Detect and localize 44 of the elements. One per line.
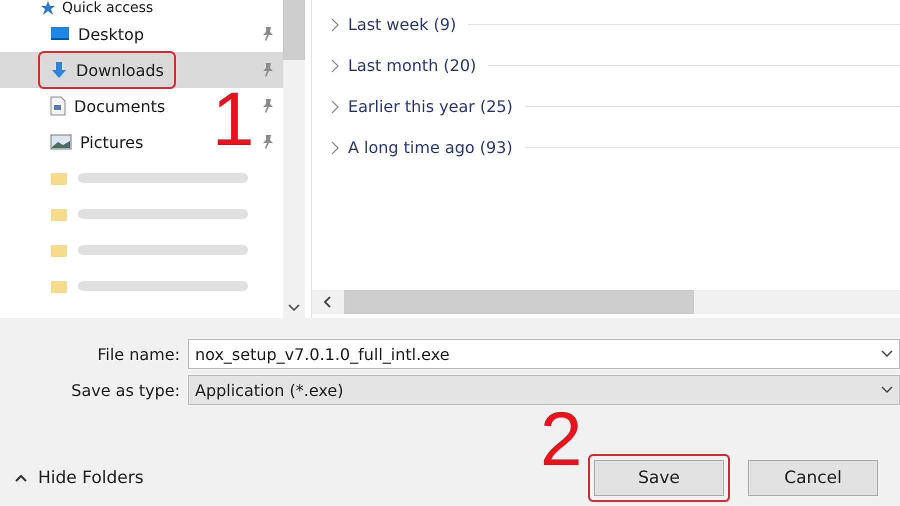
step-number: 2 (540, 402, 582, 478)
chevron-left-icon[interactable] (322, 296, 332, 308)
save-type-dropdown[interactable]: Application (*.exe) (188, 375, 900, 405)
pin-icon[interactable] (261, 98, 275, 114)
document-icon (50, 96, 66, 116)
step-number: 1 (212, 82, 254, 158)
folder-icon (50, 170, 68, 186)
sidebar-item[interactable]: Downloads (38, 51, 176, 89)
dialog-button[interactable]: Cancel (748, 460, 878, 496)
folder-icon (50, 206, 68, 222)
pin-icon[interactable] (261, 26, 275, 42)
chevron-down-icon (881, 350, 893, 358)
save-type-label: Save as type: (70, 380, 181, 400)
file-name-field[interactable]: nox_setup_v7.0.1.0_full_intl.exe (188, 339, 900, 369)
file-name-label: File name: (96, 344, 181, 364)
pin-icon[interactable] (261, 134, 275, 150)
group-header[interactable]: A long time ago (93) (312, 127, 900, 168)
star-icon (40, 0, 56, 16)
folder-icon (50, 278, 68, 294)
chevron-down-icon[interactable] (288, 304, 300, 312)
picture-icon (50, 134, 72, 150)
chevron-right-icon (330, 100, 340, 114)
chevron-down-icon (881, 386, 893, 394)
group-header[interactable]: Earlier this year (25) (312, 86, 900, 127)
chevron-right-icon (330, 58, 340, 72)
monitor-icon (50, 26, 70, 42)
group-header[interactable]: Last week (9) (312, 4, 900, 45)
horizontal-scrollbar[interactable] (312, 290, 900, 314)
chevron-right-icon (330, 140, 340, 154)
chevron-right-icon (330, 18, 340, 32)
download-icon (50, 61, 68, 79)
quick-access-header[interactable]: Quick access (0, 0, 283, 16)
pin-icon[interactable] (261, 62, 275, 78)
chevron-up-icon (14, 473, 28, 483)
sidebar-item[interactable]: Documents (38, 87, 178, 125)
scrollbar-thumb[interactable] (283, 0, 305, 60)
dialog-button[interactable]: Save (594, 460, 724, 496)
hide-folders-button[interactable]: Hide Folders (14, 468, 144, 488)
quick-access-label: Quick access (62, 0, 154, 16)
group-header[interactable]: Last month (20) (312, 45, 900, 86)
sidebar-item[interactable]: Pictures (38, 123, 156, 161)
folder-icon (50, 242, 68, 258)
sidebar-item[interactable]: Desktop (38, 15, 156, 53)
vertical-scrollbar[interactable] (283, 0, 305, 318)
